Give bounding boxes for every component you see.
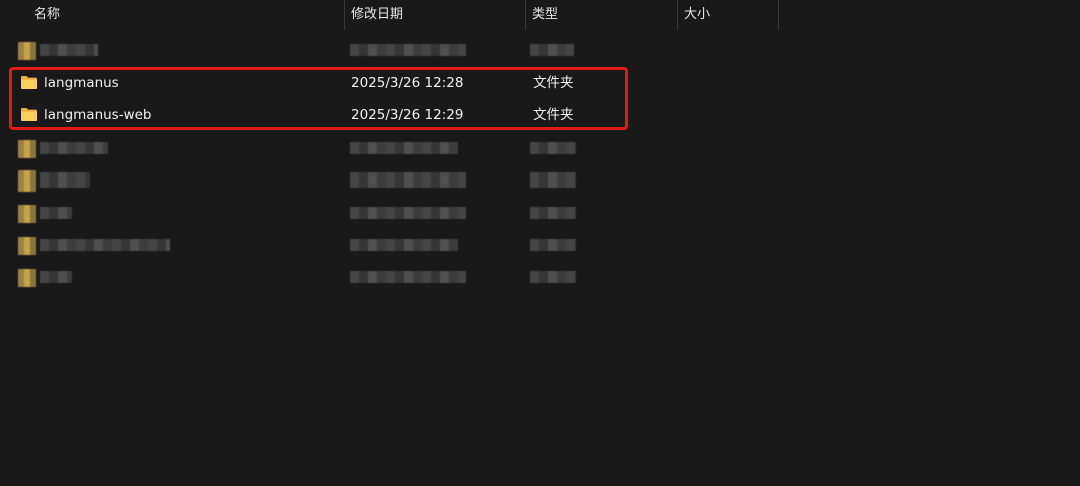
redacted-folder-icon xyxy=(18,42,36,60)
redacted-folder-icon xyxy=(18,140,36,158)
column-header-modified[interactable]: 修改日期 xyxy=(345,0,525,30)
redacted-name xyxy=(40,172,90,188)
highlight-annotation-box xyxy=(9,67,628,130)
redacted-folder-icon xyxy=(18,237,36,255)
table-row-redacted[interactable] xyxy=(0,261,1080,293)
redacted-name xyxy=(40,44,98,56)
redacted-date xyxy=(350,207,466,219)
redacted-date xyxy=(350,44,466,56)
redacted-type xyxy=(530,239,576,251)
redacted-name xyxy=(40,271,72,283)
column-resize-handle[interactable] xyxy=(778,0,779,30)
column-header-size[interactable]: 大小 xyxy=(678,0,778,30)
redacted-name xyxy=(40,239,170,251)
column-header-modified-label: 修改日期 xyxy=(351,7,404,22)
redacted-folder-icon xyxy=(18,205,36,223)
redacted-type xyxy=(530,207,576,219)
column-header-type[interactable]: 类型 xyxy=(526,0,677,30)
table-row-redacted[interactable] xyxy=(0,197,1080,229)
redacted-name xyxy=(40,142,108,154)
redacted-folder-icon xyxy=(18,170,36,192)
table-row-redacted[interactable] xyxy=(0,229,1080,261)
sort-ascending-icon: ^ xyxy=(179,0,188,6)
redacted-type xyxy=(530,142,576,154)
redacted-name xyxy=(40,207,72,219)
redacted-date xyxy=(350,172,466,188)
table-row-redacted[interactable] xyxy=(0,34,1080,66)
redacted-type xyxy=(530,172,576,188)
table-row-redacted[interactable] xyxy=(0,164,1080,196)
redacted-folder-icon xyxy=(18,269,36,287)
redacted-date xyxy=(350,271,466,283)
file-explorer-list: 名称 ^ 修改日期 类型 大小 langmanus 2025/3/26 12:2… xyxy=(0,0,1080,486)
table-row-redacted[interactable] xyxy=(0,132,1080,164)
redacted-date xyxy=(350,142,458,154)
column-header-type-label: 类型 xyxy=(532,7,559,22)
redacted-type xyxy=(530,44,574,56)
redacted-date xyxy=(350,239,458,251)
redacted-type xyxy=(530,271,576,283)
column-header-name-label: 名称 xyxy=(34,7,61,22)
column-header-size-label: 大小 xyxy=(684,7,711,22)
column-header-bar: 名称 ^ 修改日期 类型 大小 xyxy=(0,0,1080,30)
